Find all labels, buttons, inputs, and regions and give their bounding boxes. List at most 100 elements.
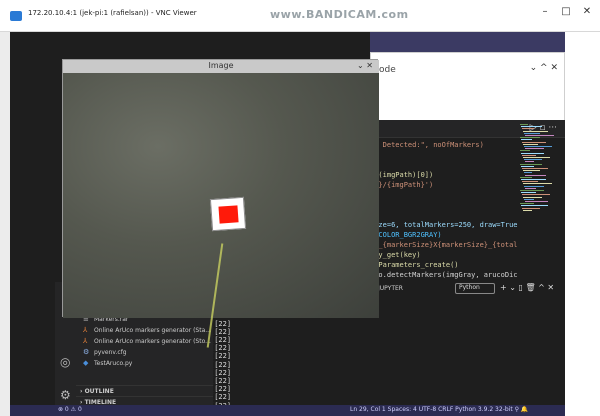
- minimap-line: [524, 185, 544, 187]
- code-line[interactable]: v.COLOR_BGR2GRAY): [370, 230, 442, 240]
- vnc-window-title: 172.20.10.4:1 (jek-pi:1 (rafielsan)) - V…: [28, 9, 197, 17]
- terminal-line: [[22]: [210, 385, 232, 394]
- minimap-line: [523, 143, 538, 145]
- minimap-line: [525, 174, 546, 176]
- minimap-line: [524, 159, 542, 161]
- minimap-line: [525, 161, 534, 163]
- file-name: Online ArUco markers generator (Sto...: [94, 338, 211, 345]
- minimap-line: [522, 194, 550, 196]
- minimap-line: [522, 141, 546, 143]
- terminal-line: [[22]: [210, 368, 232, 377]
- terminal-line: [[22]: [210, 327, 232, 336]
- minimize-button[interactable]: –: [535, 6, 555, 17]
- terminal-line: [[22]: [210, 319, 232, 328]
- python-terminal-tab[interactable]: Python: [455, 283, 495, 294]
- terminal-line: [[22]: [210, 360, 232, 369]
- bandicam-watermark: www.BANDICAM.com: [270, 8, 409, 21]
- maximize-button[interactable]: □: [556, 6, 576, 17]
- editor-minimap[interactable]: [520, 124, 560, 214]
- terminal-line: [[22]: [210, 393, 232, 402]
- terminal-line: [[22]: [210, 377, 232, 386]
- minimap-line: [521, 126, 542, 128]
- minimap-line: [521, 192, 536, 194]
- code-line[interactable]: xt(imgPath)[0]): [370, 170, 433, 180]
- minimap-line: [522, 207, 540, 209]
- minimap-line: [525, 201, 548, 202]
- minimap-line: [524, 132, 540, 134]
- file-name: Online ArUco markers generator (Sta...: [94, 327, 211, 334]
- aruco-marker: [209, 196, 247, 232]
- vnc-app-icon: [10, 11, 22, 21]
- status-bar: ⊗ 0 ⚠ 0 Ln 29, Col 1 Spaces: 4 UTF-8 CRL…: [10, 405, 565, 416]
- file-item[interactable]: ⚙ pyvenv.cfg: [83, 348, 127, 356]
- minimap-line: [524, 172, 532, 174]
- minimap-line: [521, 152, 544, 154]
- detected-marker-highlight: [218, 205, 239, 224]
- file-type-icon: ⚙: [83, 348, 90, 356]
- minimap-line: [520, 176, 532, 178]
- minimap-line: [520, 203, 534, 205]
- code-line[interactable]: th}/{imgPath}'): [370, 180, 433, 190]
- file-item[interactable]: ⅄ Online ArUco markers generator (Sta...: [83, 326, 211, 334]
- minimap-line: [523, 157, 550, 158]
- terminal-line: [[22]: [210, 352, 232, 361]
- file-item[interactable]: ◆ TestAruco.py: [83, 359, 132, 367]
- minimap-line: [523, 183, 552, 185]
- file-type-icon: ◆: [83, 359, 89, 367]
- gear-icon[interactable]: ⚙: [60, 388, 71, 402]
- minimap-line: [522, 154, 536, 156]
- image-window-titlebar[interactable]: Image ⌄ ✕: [63, 60, 379, 73]
- remote-desktop: ode ⌄ ^ ✕ ▷ ▫ ··· rs Detected:", noOfMar…: [10, 32, 565, 416]
- camera-image: [63, 73, 379, 348]
- minimap-line: [520, 137, 540, 139]
- minimap-line: [523, 209, 532, 211]
- minimap-line: [523, 170, 540, 172]
- minimap-line: [521, 165, 534, 167]
- code-line[interactable]: orParameters_create(): [370, 260, 459, 270]
- code-dialog: ode ⌄ ^ ✕: [370, 52, 565, 122]
- minimap-line: [524, 198, 534, 200]
- tab-jupyter[interactable]: JUPYTER: [378, 285, 403, 292]
- image-window-controls[interactable]: ⌄ ✕: [357, 61, 373, 70]
- dialog-title: ode: [379, 65, 396, 75]
- minimap-line: [520, 124, 528, 125]
- code-line[interactable]: Size=6, totalMarkers=250, draw=True: [370, 220, 518, 230]
- minimap-line: [521, 139, 532, 141]
- outline-label: OUTLINE: [84, 388, 114, 395]
- minimap-line: [520, 163, 542, 165]
- minimap-line: [525, 148, 544, 150]
- minimap-line: [522, 181, 538, 183]
- minimap-line: [521, 179, 546, 180]
- image-window: Image ⌄ ✕: [62, 59, 379, 348]
- vnc-title-bar: 172.20.10.4:1 (jek-pi:1 (rafielsan)) - V…: [0, 0, 600, 32]
- minimap-line: [520, 150, 530, 152]
- minimap-line: [522, 168, 548, 169]
- panel-controls[interactable]: + ⌄ ▯ 🗑 ^ ✕: [500, 283, 554, 292]
- terminal-line: [[22]: [210, 336, 232, 345]
- code-line[interactable]: uco.detectMarkers(imgGray, arucoDic: [370, 270, 518, 280]
- minimap-line: [520, 190, 544, 191]
- code-line[interactable]: rs Detected:", noOfMarkers): [370, 140, 484, 150]
- image-window-title: Image: [208, 61, 234, 70]
- problems-status[interactable]: ⊗ 0 ⚠ 0: [58, 406, 82, 413]
- minimap-line: [523, 130, 548, 132]
- file-item[interactable]: ⅄ Online ArUco markers generator (Sto...: [83, 337, 211, 345]
- minimap-line: [523, 196, 542, 198]
- viewer-right-margin: [565, 32, 600, 416]
- minimap-line: [525, 135, 554, 136]
- minimap-line: [525, 187, 536, 189]
- file-type-icon: ⅄: [83, 326, 88, 334]
- file-name: TestAruco.py: [94, 360, 133, 367]
- minimap-line: [524, 146, 552, 147]
- minimap-line: [522, 128, 534, 130]
- dialog-controls[interactable]: ⌄ ^ ✕: [530, 63, 558, 73]
- account-icon[interactable]: ◎: [60, 355, 70, 369]
- editor-status-info[interactable]: Ln 29, Col 1 Spaces: 4 UTF-8 CRLF Python…: [350, 406, 528, 413]
- outline-section[interactable]: › OUTLINE: [76, 385, 213, 396]
- minimap-line: [521, 205, 548, 207]
- file-name: pyvenv.cfg: [94, 349, 127, 356]
- code-line[interactable]: CT_{markerSize}X{markerSize}_{total: [370, 240, 518, 250]
- file-type-icon: ⅄: [83, 337, 88, 345]
- close-button[interactable]: ✕: [577, 6, 597, 17]
- terminal-line: [[22]: [210, 344, 232, 353]
